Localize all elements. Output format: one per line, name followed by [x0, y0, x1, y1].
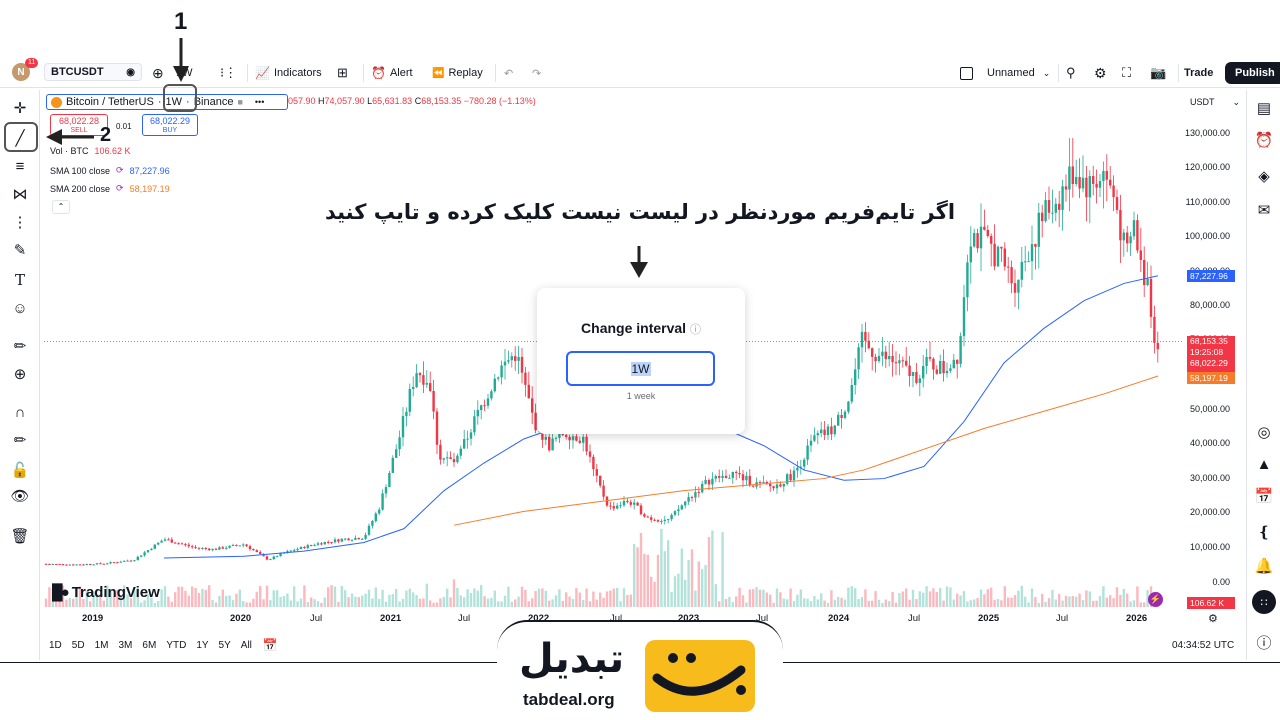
step-number-2: 2: [100, 124, 112, 146]
highlight-interval: [163, 84, 197, 112]
tabdeal-logo-icon: [645, 640, 755, 712]
tradingview-window: N 11 BTCUSDT ◉ ⊕ 1W ⁝⋮ 📈 Indicators ⊞ ⏰ …: [0, 0, 1280, 720]
tabdeal-banner: تبدیل tabdeal.org: [497, 620, 783, 720]
step-number-1: 1: [174, 8, 188, 35]
brand-domain: tabdeal.org: [523, 690, 615, 709]
brand-name: تبدیل: [519, 636, 625, 682]
